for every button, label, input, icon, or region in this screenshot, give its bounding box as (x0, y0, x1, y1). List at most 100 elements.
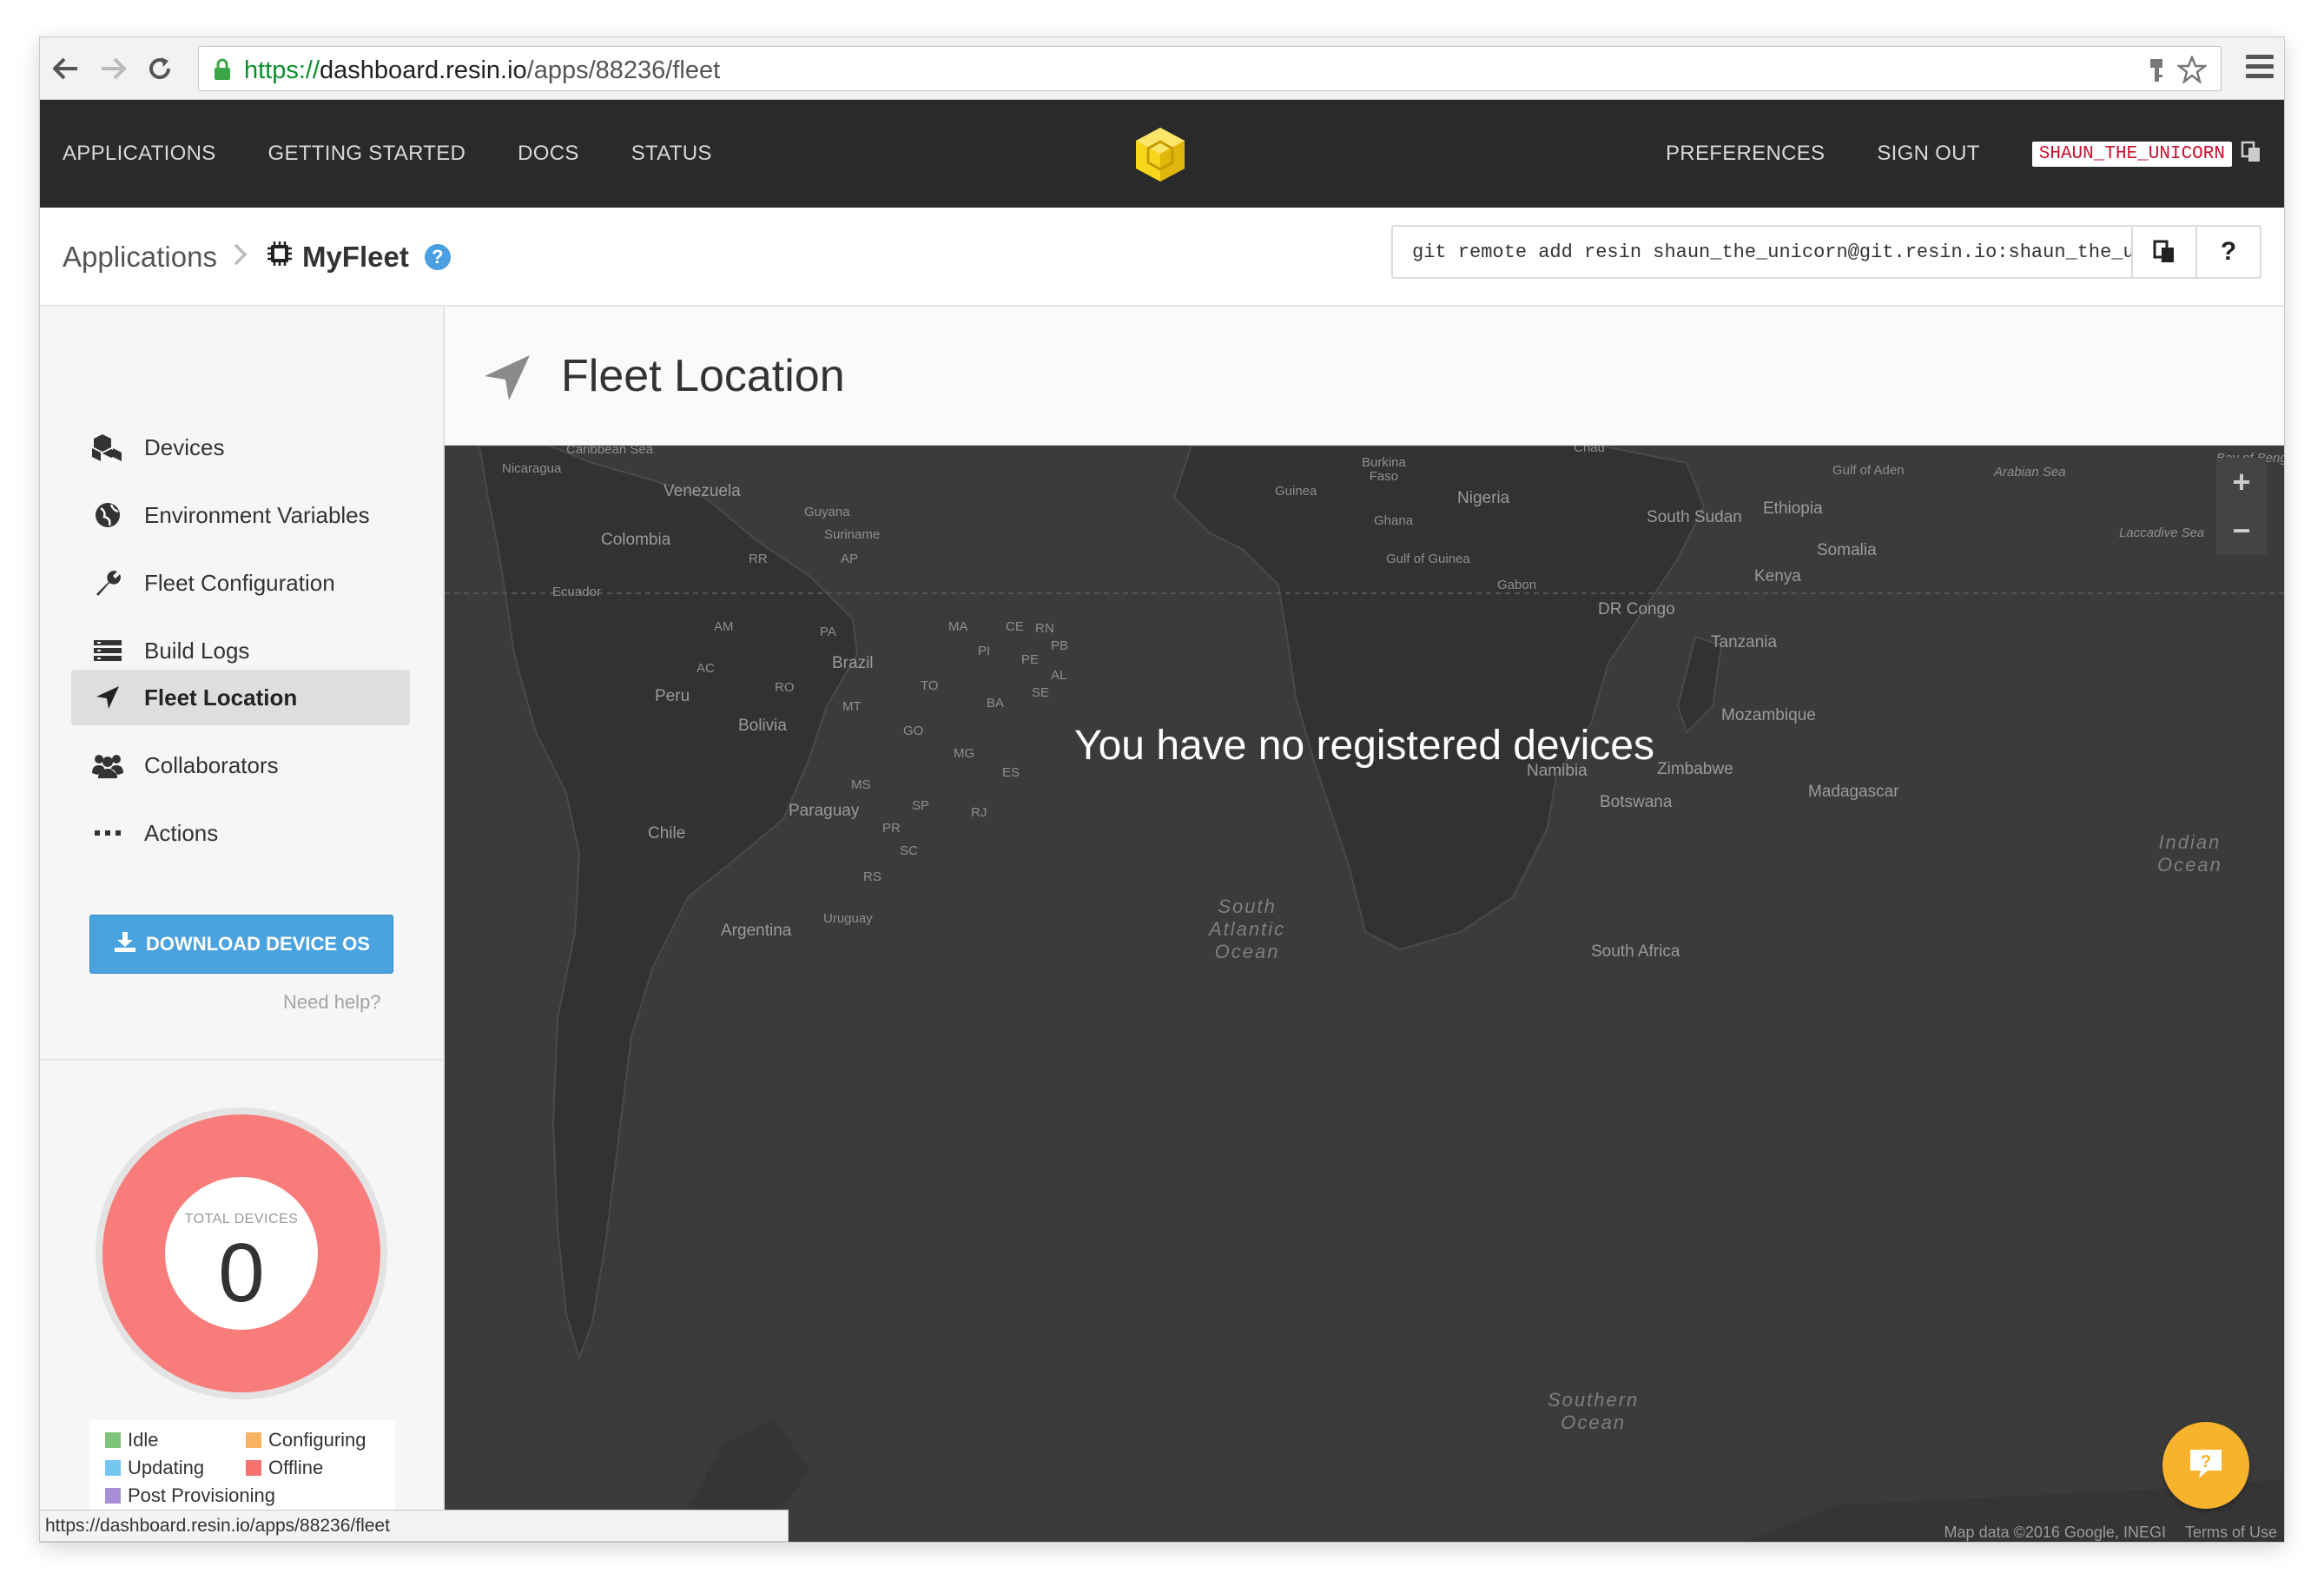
download-button-label: DOWNLOAD DEVICE OS (146, 933, 370, 955)
list-icon (90, 638, 125, 663)
nav-sign-out[interactable]: SIGN OUT (1877, 142, 1979, 166)
map-label: Colombia (601, 531, 671, 549)
map-landmass (445, 446, 2284, 1542)
globe-icon (90, 501, 125, 529)
map-label: Ethiopia (1763, 499, 1823, 518)
address-bar[interactable]: https://dashboard.resin.io/apps/88236/fl… (198, 46, 2222, 91)
users-icon (90, 752, 125, 778)
browser-toolbar: https://dashboard.resin.io/apps/88236/fl… (40, 37, 2284, 100)
sidebar-item-actions[interactable]: Actions (71, 805, 410, 861)
map-label: SP (912, 798, 930, 813)
zoom-out-button[interactable]: − (2216, 506, 2267, 555)
app-help-icon[interactable]: ? (424, 244, 451, 270)
legend-offline: Offline (246, 1457, 323, 1479)
map-label: Somalia (1817, 541, 1877, 559)
download-device-os-button[interactable]: DOWNLOAD DEVICE OS (89, 915, 393, 974)
total-devices-donut: TOTAL DEVICES 0 (92, 1104, 391, 1403)
fleet-map[interactable]: Caribbean Sea Nicaragua Venezuela Guyana… (445, 446, 2284, 1542)
map-label: DR Congo (1598, 600, 1675, 618)
sidebar-item-label: Fleet Location (144, 684, 298, 711)
reload-icon[interactable] (142, 51, 177, 86)
breadcrumb-applications[interactable]: Applications (63, 241, 217, 274)
lock-icon (213, 58, 232, 85)
resin-logo[interactable] (1132, 126, 1188, 188)
map-label: Burkina Faso (1362, 455, 1406, 484)
map-label: Southern Ocean (1548, 1389, 1640, 1433)
terms-of-use-link[interactable]: Terms of Use (2185, 1524, 2277, 1542)
app-name: MyFleet (301, 241, 409, 273)
map-label: Ghana (1374, 513, 1414, 528)
sidebar-item-devices[interactable]: Devices (71, 420, 410, 475)
map-label: Uruguay (823, 911, 873, 926)
map-label: South Africa (1591, 942, 1680, 961)
sidebar-item-environment-variables[interactable]: Environment Variables (71, 487, 410, 543)
nav-preferences[interactable]: PREFERENCES (1666, 142, 1825, 166)
map-label: MT (842, 699, 862, 714)
nav-applications[interactable]: APPLICATIONS (63, 142, 216, 166)
nav-status[interactable]: STATUS (631, 142, 712, 166)
back-arrow-icon[interactable] (49, 51, 83, 86)
map-label: Guinea (1275, 484, 1317, 499)
map-label: AP (841, 552, 859, 566)
browser-window: https://dashboard.resin.io/apps/88236/fl… (40, 37, 2284, 1542)
legend-swatch (105, 1432, 121, 1448)
sidebar-item-label: Actions (144, 819, 219, 846)
git-help-button[interactable]: ? (2195, 227, 2260, 277)
map-label: Chad (1574, 446, 1605, 455)
breadcrumb-app[interactable]: MyFleet (264, 238, 409, 276)
map-label: PB (1051, 638, 1069, 653)
legend-post-provisioning: Post Provisioning (105, 1484, 275, 1507)
breadcrumb-bar: Applications MyFleet ? git remote add re… (40, 208, 2284, 307)
support-chat-button[interactable]: ? (2162, 1422, 2249, 1509)
sidebar-item-fleet-location[interactable]: Fleet Location (71, 670, 410, 725)
map-label: SE (1032, 685, 1050, 700)
legend-swatch (246, 1460, 261, 1476)
map-label: CE (1006, 619, 1024, 634)
legend-configuring: Configuring (246, 1429, 366, 1451)
map-label: Botswana (1600, 793, 1673, 811)
map-label: Kenya (1754, 567, 1801, 585)
key-icon[interactable] (2148, 57, 2165, 88)
git-remote-command[interactable]: git remote add resin shaun_the_unicorn@g… (1393, 227, 2131, 277)
map-label: BA (987, 696, 1005, 711)
page-header: Fleet Location (445, 307, 2284, 446)
top-navigation: APPLICATIONS GETTING STARTED DOCS STATUS… (40, 100, 2284, 208)
nav-docs[interactable]: DOCS (518, 142, 579, 166)
location-arrow-icon (483, 354, 531, 407)
copy-git-button[interactable] (2131, 227, 2195, 277)
map-label: Gulf of Guinea (1386, 552, 1470, 566)
map-label: Caribbean Sea (566, 446, 654, 457)
need-help-link[interactable]: Need help? (283, 991, 381, 1014)
wrench-icon (90, 568, 125, 598)
map-label: Madagascar (1808, 783, 1899, 801)
zoom-in-button[interactable]: + (2216, 458, 2267, 506)
bookmark-star-icon[interactable] (2175, 54, 2208, 88)
sidebar-item-label: Build Logs (144, 637, 250, 664)
page-title: Fleet Location (561, 351, 845, 401)
map-label: Nicaragua (502, 461, 562, 476)
legend-swatch (105, 1488, 121, 1504)
chat-bubble-icon: ? (2187, 1446, 2225, 1485)
svg-text:?: ? (2201, 1452, 2211, 1471)
copy-icon[interactable] (2241, 141, 2261, 168)
forward-arrow-icon[interactable] (96, 51, 130, 86)
sidebar-item-collaborators[interactable]: Collaborators (71, 737, 410, 793)
map-label: RN (1035, 621, 1054, 636)
sidebar-item-label: Devices (144, 433, 225, 460)
sidebar-item-fleet-configuration[interactable]: Fleet Configuration (71, 555, 410, 611)
map-label: Chile (648, 824, 686, 843)
map-label: AM (714, 619, 734, 634)
username: SHAUN_THE_UNICORN (2031, 141, 2232, 167)
map-label: Gabon (1497, 578, 1537, 592)
map-label: PE (1021, 652, 1040, 667)
map-label: RR (749, 552, 768, 566)
browser-menu-icon[interactable] (2246, 55, 2274, 83)
legend-idle: Idle (105, 1429, 158, 1451)
map-label: RO (775, 680, 795, 695)
map-label: Ecuador (552, 585, 601, 599)
nav-getting-started[interactable]: GETTING STARTED (268, 142, 466, 166)
breadcrumb: Applications MyFleet ? (63, 208, 451, 307)
map-label: Peru (655, 687, 690, 705)
cubes-icon (90, 433, 125, 462)
user-badge: SHAUN_THE_UNICORN (2031, 141, 2261, 168)
